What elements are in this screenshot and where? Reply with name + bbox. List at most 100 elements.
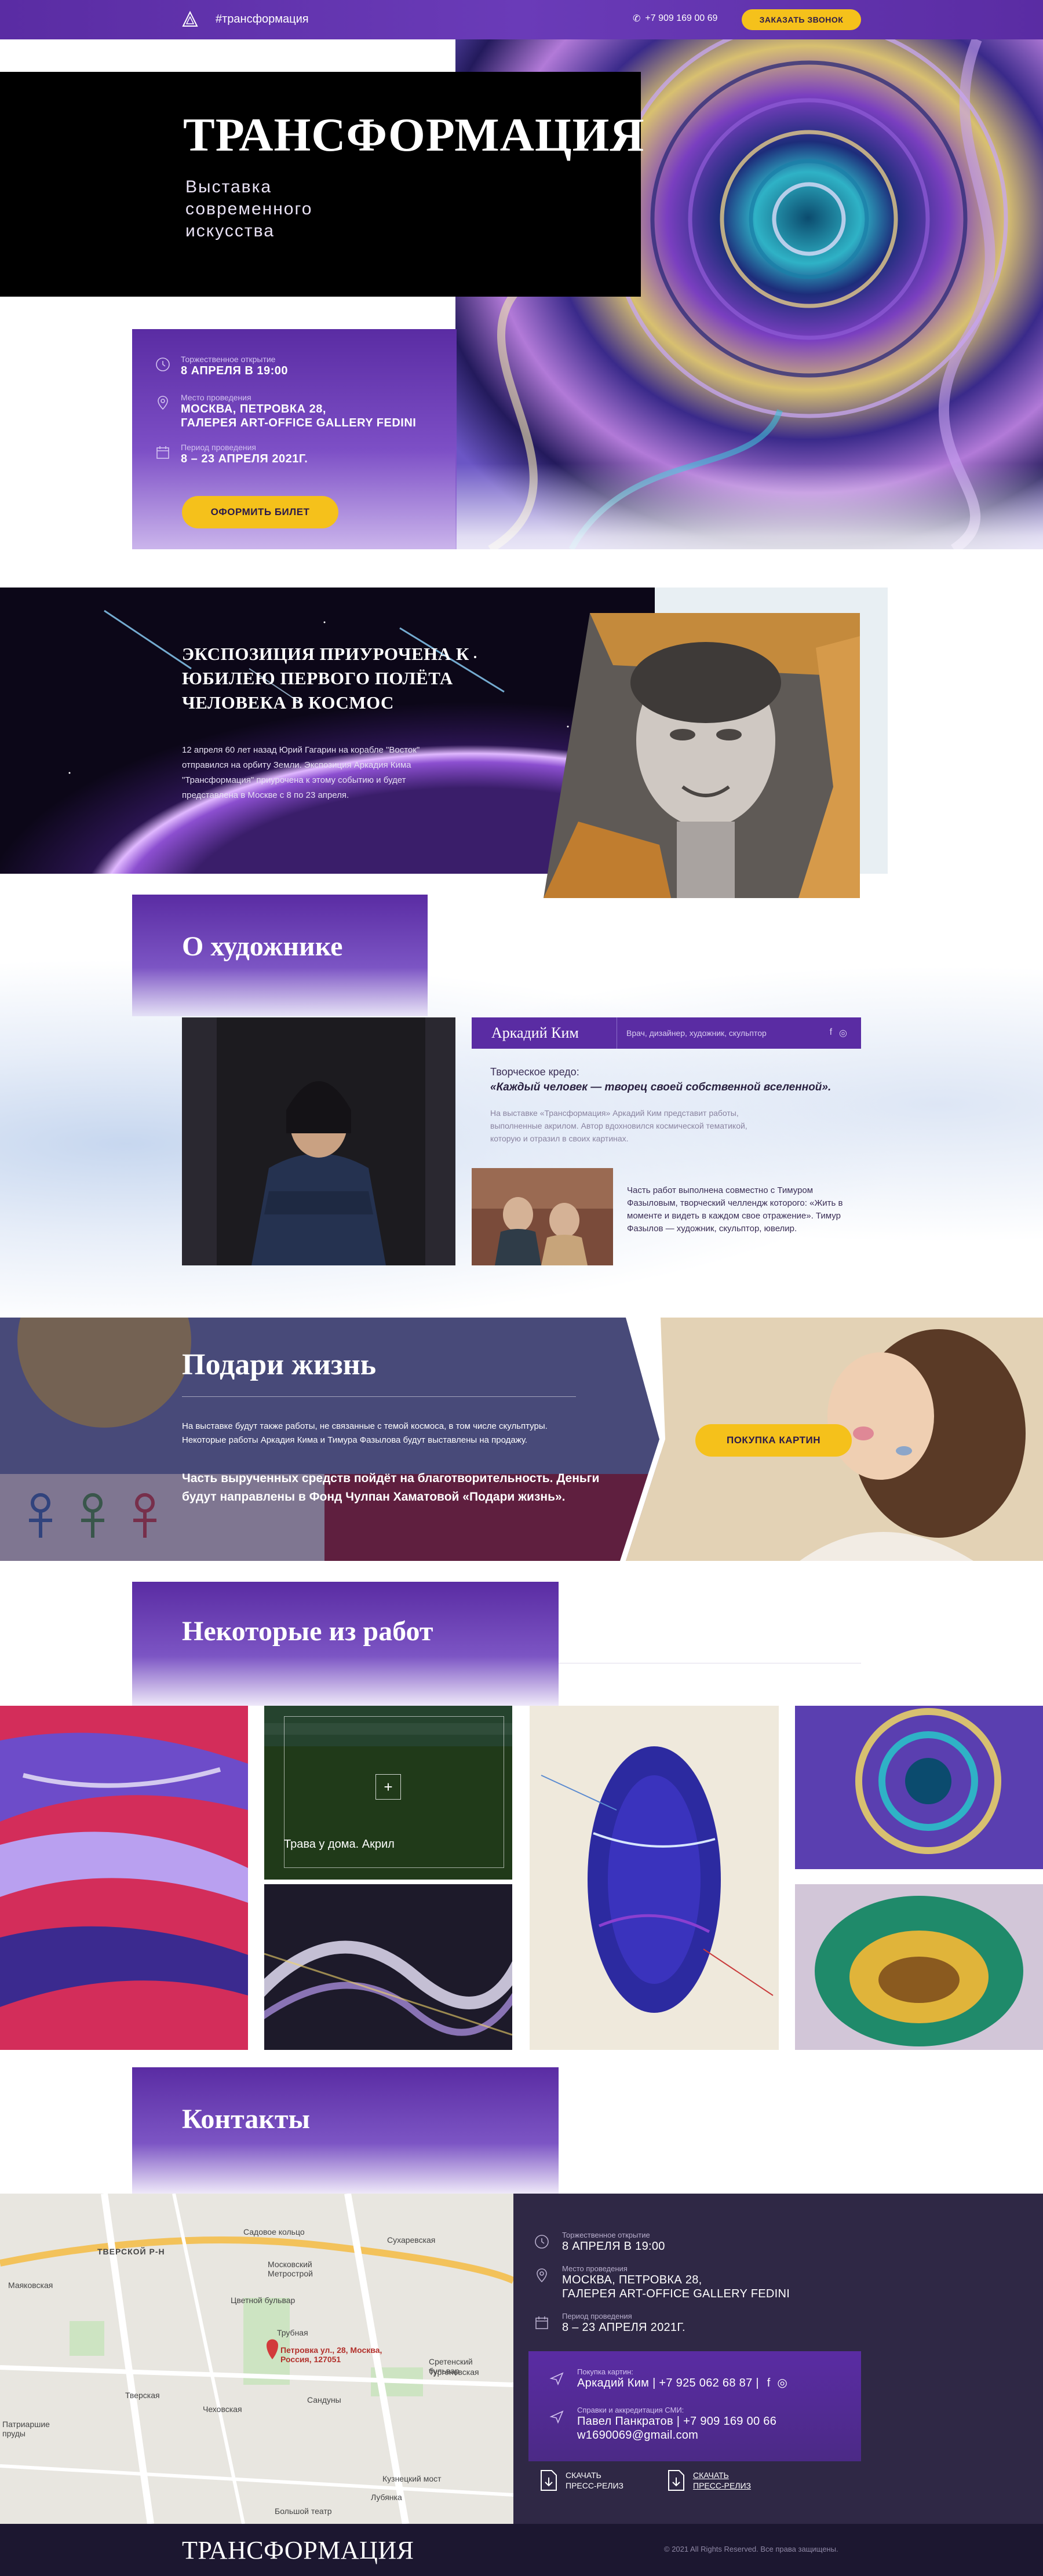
map-label-kuznetsky: Кузнецкий мост [382, 2474, 442, 2483]
works-title: Некоторые из работ [182, 1616, 433, 1647]
calendar-icon [535, 2316, 548, 2329]
facebook-icon[interactable]: f [830, 1027, 832, 1039]
map-label-tverskaya: Тверская [125, 2391, 160, 2400]
contact-venue-line-2: ГАЛЕРЕЯ ART-OFFICE GALLERY FEDINI [562, 2287, 790, 2300]
location-pin-icon [158, 396, 168, 410]
about-header-panel: О художнике [132, 895, 428, 1016]
charity-text: На выставке будут также работы, не связа… [182, 1421, 548, 1445]
map-label-chekhovskaya: Чеховская [203, 2404, 242, 2414]
period-value: 8 – 23 АПРЕЛЯ 2021Г. [181, 453, 308, 465]
period-label: Период проведения [181, 443, 256, 452]
event-info-card: Торжественное открытие 8 АПРЕЛЯ В 19:00 … [132, 329, 457, 549]
artist-name-bar: Аркадий Ким Врач, дизайнер, художник, ск… [472, 1017, 861, 1049]
artist-role: Врач, дизайнер, художник, скульптор [617, 1017, 830, 1049]
contacts-title: Контакты [182, 2104, 310, 2134]
map-address-label: Петровка ул., 28, Москва, Россия, 127051 [280, 2345, 382, 2364]
map-label-district: ТВЕРСКОЙ Р-Н [97, 2247, 165, 2256]
document-download-icon [668, 2470, 684, 2491]
buy-paintings-button[interactable]: ПОКУПКА КАРТИН [695, 1424, 852, 1457]
artwork-3[interactable] [264, 1884, 512, 2050]
map-label-turgenevskaya: Тургеневская [429, 2367, 479, 2377]
gagarin-portrait-image [544, 613, 860, 898]
contact-venue-line-1: МОСКВА, ПЕТРОВКА 28, [562, 2274, 702, 2286]
hero-title: ТРАНСФОРМАЦИЯ [183, 108, 645, 161]
instagram-icon[interactable]: ◎ [777, 2377, 787, 2389]
contact-period-row: Период проведения 8 – 23 АПРЕЛЯ 2021Г. [535, 2312, 685, 2334]
artist-social-links: f ◎ [830, 1027, 847, 1039]
venue-value-line-1: МОСКВА, ПЕТРОВКА 28, [181, 403, 326, 415]
contact-opening-row: Торжественное открытие 8 АПРЕЛЯ В 19:00 [535, 2231, 665, 2253]
footer: ТРАНСФОРМАЦИЯ © 2021 All Rights Reserved… [0, 2524, 1043, 2576]
order-call-button[interactable]: ЗАКАЗАТЬ ЗВОНОК [742, 9, 861, 30]
send-icon [549, 2410, 564, 2424]
opening-label: Торжественное открытие [181, 355, 276, 364]
artists-duo-photo [472, 1168, 613, 1265]
map-label-sukharevskaya: Сухаревская [387, 2235, 436, 2245]
header-phone[interactable]: ✆ +7 909 169 00 69 [633, 13, 717, 24]
artwork-2-hovered[interactable]: + Трава у дома. Акрил [264, 1706, 512, 1880]
map-label-tsvetnoy: Цветной бульвар [231, 2296, 296, 2305]
download-label-1: СКАЧАТЬ ПРЕСС-РЕЛИЗ [566, 2471, 624, 2490]
artist-name: Аркадий Ким [491, 1024, 579, 1041]
venue-label: Место проведения [181, 393, 251, 402]
phone-icon: ✆ [633, 14, 641, 24]
buy-ticket-button[interactable]: ОФОРМИТЬ БИЛЕТ [182, 496, 338, 528]
location-pin-icon [537, 2268, 547, 2283]
buy-contact-text[interactable]: Аркадий Ким | +7 925 062 68 87 | [577, 2377, 759, 2389]
map-label-mayakovskaya: Маяковская [8, 2281, 53, 2290]
artwork-4[interactable] [530, 1706, 779, 2050]
opening-row: Торжественное открытие 8 АПРЕЛЯ В 19:00 [156, 355, 288, 378]
artwork-1[interactable] [0, 1706, 248, 2050]
download-label-2: СКАЧАТЬ ПРЕСС-РЕЛИЗ [693, 2471, 752, 2490]
artwork-6[interactable] [795, 1884, 1043, 2050]
contact-venue-row: Место проведения МОСКВА, ПЕТРОВКА 28, ГА… [537, 2264, 790, 2301]
map-label-sandunyi: Сандуны [307, 2395, 341, 2404]
press-contact-email[interactable]: w1690069@gmail.com [577, 2428, 776, 2442]
buy-contact-label: Покупка картин: [577, 2367, 633, 2376]
contact-period-label: Период проведения [562, 2312, 632, 2320]
map-label-lubyanka: Лубянка [371, 2493, 402, 2502]
map-label-trubnaya: Трубная [277, 2328, 308, 2337]
document-download-icon [541, 2470, 557, 2491]
contact-opening-value: 8 АПРЕЛЯ В 19:00 [562, 2240, 665, 2253]
artwork-caption: Трава у дома. Акрил [284, 1838, 395, 1851]
press-contact-row: Справки и аккредитация СМИ: Павел Панкра… [549, 2406, 776, 2442]
instagram-icon[interactable]: ◎ [839, 1027, 847, 1039]
about-title: О художнике [182, 931, 343, 962]
header-phone-number: +7 909 169 00 69 [645, 13, 718, 23]
download-press-release-1[interactable]: СКАЧАТЬ ПРЕСС-РЕЛИЗ [539, 2469, 629, 2491]
collaboration-text: Часть работ выполнена совместно с Тимуро… [627, 1185, 843, 1234]
credo-label: Творческое кредо: [490, 1066, 579, 1078]
artwork-5[interactable] [795, 1706, 1043, 1869]
brand-hashtag[interactable]: #трансформация [216, 13, 309, 26]
location-map[interactable]: ТВЕРСКОЙ Р-Н Садовое кольцо Сухаревская … [0, 2194, 513, 2524]
buy-contact-value: Аркадий Ким | +7 925 062 68 87 | f ◎ [577, 2376, 787, 2390]
about-description: На выставке «Трансформация» Аркадий Ким … [490, 1108, 747, 1143]
clock-icon [156, 357, 170, 371]
contacts-header-panel: Контакты [132, 2067, 559, 2194]
facebook-icon[interactable]: f [767, 2377, 771, 2389]
download-press-release-2[interactable]: СКАЧАТЬ ПРЕСС-РЕЛИЗ [666, 2469, 757, 2491]
charity-title: Подари жизнь [182, 1348, 377, 1381]
press-contact-label: Справки и аккредитация СМИ: [577, 2406, 684, 2414]
calendar-icon [156, 446, 169, 459]
contact-persons-card: Покупка картин: Аркадий Ким | +7 925 062… [528, 2351, 861, 2461]
press-contact-value[interactable]: Павел Панкратов | +7 909 169 00 66 [577, 2414, 776, 2428]
footer-logo[interactable]: ТРАНСФОРМАЦИЯ [182, 2535, 414, 2565]
map-label-patriarshie: Патриаршие пруды [2, 2420, 50, 2438]
map-label-sadovoe: Садовое кольцо [243, 2227, 305, 2236]
buy-contact-row: Покупка картин: Аркадий Ким | +7 925 062… [549, 2367, 787, 2390]
clock-icon [535, 2235, 549, 2249]
contact-opening-label: Торжественное открытие [562, 2231, 650, 2239]
hero-subtitle: Выставка современного искусства [185, 177, 313, 240]
gagarin-section-text: 12 апреля 60 лет назад Юрий Гагарин на к… [182, 745, 420, 800]
zoom-plus-icon[interactable]: + [375, 1774, 401, 1800]
logo-icon[interactable] [181, 10, 199, 29]
footer-copyright: © 2021 All Rights Reserved. Все права за… [664, 2545, 838, 2553]
map-label-metrostroy: Московский Метрострой [268, 2260, 313, 2278]
charity-divider [182, 1396, 576, 1397]
contact-period-value: 8 – 23 АПРЕЛЯ 2021Г. [562, 2321, 685, 2334]
charity-highlight: Часть вырученных средств пойдёт на благо… [182, 1472, 600, 1504]
gagarin-section-title: ЭКСПОЗИЦИЯ ПРИУРОЧЕНА К ЮБИЛЕЮ ПЕРВОГО П… [182, 644, 469, 713]
venue-row: Место проведения МОСКВА, ПЕТРОВКА 28, ГА… [158, 393, 416, 430]
